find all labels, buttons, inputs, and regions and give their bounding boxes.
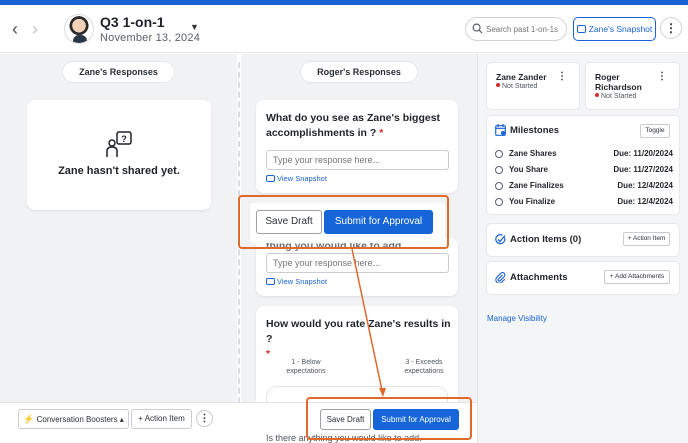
view-snapshot-link[interactable]: View Snapshot (266, 277, 327, 286)
snapshot-icon (266, 175, 275, 182)
participant-name: Roger Richardson (595, 72, 642, 92)
conversation-boosters-label: Conversation Boosters (36, 415, 118, 424)
attachments-title: Attachments (510, 272, 568, 283)
snapshot-icon (576, 25, 586, 33)
search-input[interactable] (486, 21, 566, 38)
toolbar-more-icon[interactable]: ⋮ (196, 410, 213, 427)
milestone-due: Due: 12/4/2024 (617, 181, 673, 190)
check-circle-icon (495, 234, 506, 245)
snapshot-button[interactable]: Zane's Snapshot (573, 17, 656, 41)
search-icon (472, 23, 483, 34)
participant-name: Zane Zander (496, 72, 547, 82)
milestone-radio[interactable] (495, 166, 503, 174)
rating-high-label: 3 - Exceeds expectations (404, 359, 444, 375)
avatar (64, 14, 94, 44)
page-title: Q3 1-on-1 (100, 14, 165, 30)
add-action-item-button[interactable]: + Action Item (131, 409, 192, 429)
question-text: How would you rate Zane's results in ? * (266, 317, 451, 362)
header-more-icon[interactable]: ⋮ (660, 17, 682, 39)
participant-status: Not Started (496, 83, 537, 90)
lightning-icon: ⚡ (23, 414, 35, 424)
column-divider (238, 62, 240, 443)
conversation-boosters-button[interactable]: ⚡ Conversation Boosters ▴ (18, 409, 129, 429)
milestones-toggle-button[interactable]: Toggle (640, 124, 670, 138)
status-dot-icon (496, 83, 500, 87)
participant-card: Roger Richardson Not Started ⋮ (586, 63, 679, 109)
svg-text:?: ? (121, 134, 127, 144)
milestone-name: You Share (509, 165, 548, 174)
search-box[interactable] (465, 17, 567, 41)
empty-state-message: Zane hasn't shared yet. (58, 165, 180, 177)
add-attachments-button[interactable]: + Add Attachments (604, 270, 670, 284)
view-snapshot-label: View Snapshot (277, 174, 327, 183)
milestone-name: Zane Shares (509, 149, 557, 158)
required-marker: * (266, 348, 271, 360)
meeting-date: November 13, 2024 (100, 32, 201, 44)
question-label: What do you see as Zane's biggest accomp… (266, 112, 441, 139)
view-snapshot-link[interactable]: View Snapshot (266, 174, 327, 183)
participant-more-icon[interactable]: ⋮ (657, 71, 667, 82)
question-label: How would you rate Zane's results in ? (266, 318, 451, 345)
add-action-item-button[interactable]: + Action Item (623, 232, 670, 246)
milestone-item: You Share Due: 11/27/2024 (495, 165, 673, 177)
milestone-item: You Finalize Due: 12/4/2024 (495, 197, 673, 209)
milestone-due: Due: 12/4/2024 (617, 197, 673, 206)
milestones-title: Milestones (510, 125, 560, 136)
back-arrow-icon[interactable]: ‹ (12, 20, 26, 38)
status-label: Not Started (502, 83, 538, 90)
milestone-name: Zane Finalizes (509, 181, 564, 190)
manage-visibility-link[interactable]: Manage Visibility (487, 314, 547, 323)
paperclip-icon (495, 272, 506, 283)
caret-up-icon: ▴ (119, 415, 124, 424)
question-text: What do you see as Zane's biggest accomp… (266, 111, 451, 141)
status-dot-icon (595, 93, 599, 97)
milestone-radio[interactable] (495, 150, 503, 158)
empty-state-card: ? Zane hasn't shared yet. (27, 100, 211, 210)
milestone-due: Due: 11/20/2024 (613, 149, 673, 158)
required-marker: * (379, 127, 384, 139)
calendar-icon (495, 124, 506, 136)
snapshot-button-label: Zane's Snapshot (588, 24, 653, 34)
status-label: Not Started (601, 93, 637, 100)
action-items-card: Action Items (0) + Action Item (487, 224, 679, 256)
forward-arrow-icon[interactable]: › (32, 20, 46, 38)
highlight-box-toolbar (306, 397, 472, 440)
tab-zane-responses: Zane's Responses (63, 62, 174, 82)
tab-roger-responses: Roger's Responses (301, 62, 417, 82)
response-input[interactable] (266, 253, 449, 273)
milestone-item: Zane Finalizes Due: 12/4/2024 (495, 181, 673, 193)
title-dropdown-caret-icon[interactable]: ▼ (190, 22, 199, 32)
rating-low-label: 1 - Below expectations (286, 359, 326, 375)
milestone-radio[interactable] (495, 198, 503, 206)
response-input[interactable] (266, 150, 449, 170)
participant-status: Not Started (595, 93, 636, 100)
question-card: What do you see as Zane's biggest accomp… (256, 100, 458, 193)
attachments-card: Attachments + Add Attachments (487, 262, 679, 294)
header: ‹ › Q3 1-on-1 November 13, 2024 ▼ Zane's… (0, 5, 688, 53)
milestones-card: Milestones Toggle Zane Shares Due: 11/20/… (487, 116, 679, 214)
milestone-name: You Finalize (509, 197, 556, 206)
milestone-radio[interactable] (495, 182, 503, 190)
milestone-item: Zane Shares Due: 11/20/2024 (495, 149, 673, 161)
action-items-title: Action Items (0) (510, 234, 582, 245)
snapshot-icon (266, 278, 275, 285)
participant-card: Zane Zander Not Started ⋮ (487, 63, 579, 109)
milestone-due: Due: 11/27/2024 (613, 165, 673, 174)
highlight-box-floating (238, 195, 449, 249)
participant-more-icon[interactable]: ⋮ (557, 71, 567, 82)
person-question-icon: ? (106, 131, 132, 157)
view-snapshot-label: View Snapshot (277, 277, 327, 286)
